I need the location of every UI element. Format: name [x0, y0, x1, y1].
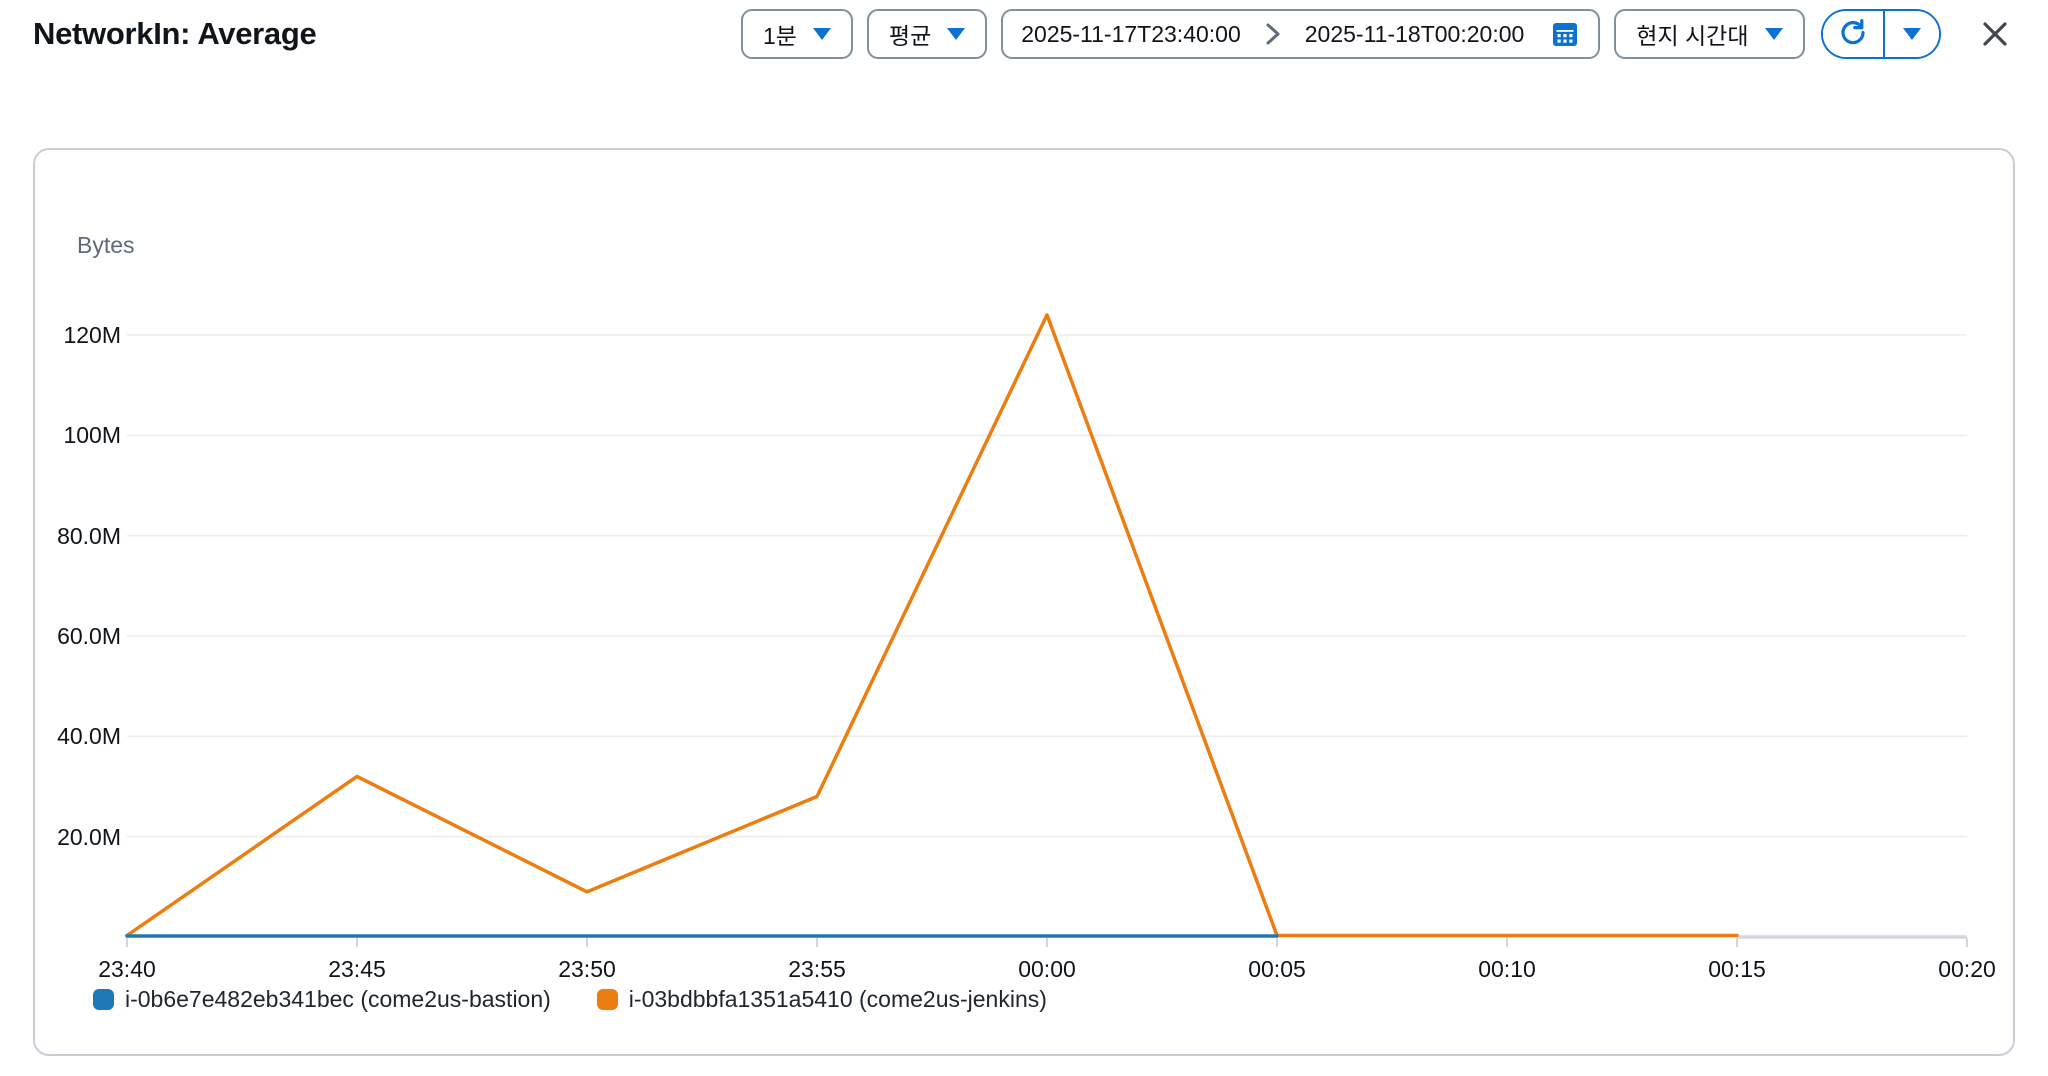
y-axis-tick-label: 60.0M [57, 622, 121, 649]
x-axis-tick-label: 23:40 [98, 956, 156, 982]
timezone-dropdown[interactable]: 현지 시간대 [1614, 9, 1805, 59]
date-range-start: 2025-11-17T23:40:00 [1021, 20, 1241, 47]
period-dropdown[interactable]: 1분 [740, 9, 853, 59]
y-axis-tick-label: 120M [63, 321, 121, 348]
refresh-button[interactable] [1822, 11, 1883, 57]
chevron-down-icon [947, 28, 966, 40]
y-axis-tick-label: 80.0M [57, 522, 121, 549]
calendar-icon[interactable] [1550, 19, 1580, 49]
modal-header: NetworkIn: Average 1분 평균 2025-11-17T23:4… [33, 8, 2015, 60]
x-axis-tick-label: 00:20 [1938, 956, 1996, 982]
series-line[interactable] [125, 313, 1739, 938]
page-title: NetworkIn: Average [33, 16, 317, 51]
period-dropdown-label: 1분 [762, 23, 797, 49]
date-range-picker[interactable]: 2025-11-17T23:40:00 2025-11-18T00:20:00 [1001, 9, 1601, 59]
chart-plot-area[interactable] [35, 150, 2013, 1054]
chart-legend: i-0b6e7e482eb341bec (come2us-bastion) i-… [93, 986, 1047, 1013]
y-axis-tick-label: 100M [63, 422, 121, 449]
y-axis-tick-label: 40.0M [57, 723, 121, 750]
chevron-right-icon [1263, 21, 1283, 47]
legend-label: i-0b6e7e482eb341bec (come2us-bastion) [125, 986, 551, 1012]
legend-item-bastion[interactable]: i-0b6e7e482eb341bec (come2us-bastion) [93, 986, 551, 1013]
x-axis-tick-label: 00:05 [1248, 956, 1306, 982]
x-axis-tick-label: 00:00 [1018, 956, 1076, 982]
close-icon [1983, 22, 2007, 46]
refresh-options-button[interactable] [1885, 11, 1939, 57]
refresh-split-button [1820, 9, 1941, 59]
y-axis-tick-label: 20.0M [57, 823, 121, 850]
timezone-dropdown-label: 현지 시간대 [1636, 23, 1749, 49]
legend-swatch-blue [93, 989, 114, 1010]
chevron-down-icon [812, 28, 831, 40]
legend-label: i-03bdbbfa1351a5410 (come2us-jenkins) [628, 986, 1047, 1012]
chart-card: Bytes 20.0M 40.0M 60.0M 80.0M 100M 120M 23:40 2… [33, 148, 2015, 1056]
legend-swatch-orange [596, 989, 618, 1010]
date-range-end: 2025-11-18T00:20:00 [1304, 20, 1525, 47]
legend-item-jenkins[interactable]: i-03bdbbfa1351a5410 (come2us-jenkins) [596, 986, 1047, 1013]
x-axis-tick-label: 23:55 [788, 956, 846, 982]
statistic-dropdown-label: 평균 [888, 23, 932, 49]
x-axis-tick-label: 00:10 [1478, 956, 1536, 982]
refresh-icon [1838, 17, 1868, 52]
chevron-down-icon [1903, 28, 1921, 40]
chevron-down-icon [1764, 28, 1783, 40]
statistic-dropdown[interactable]: 평균 [866, 9, 988, 59]
close-button[interactable] [1975, 14, 2015, 54]
line-chart[interactable]: 20.0M 40.0M 60.0M 80.0M 100M 120M 23:40 23:45 23… [35, 150, 2013, 1054]
x-axis-tick-label: 23:45 [328, 956, 386, 982]
x-axis-tick-label: 23:50 [558, 956, 616, 982]
x-axis-tick-label: 00:15 [1708, 956, 1766, 982]
